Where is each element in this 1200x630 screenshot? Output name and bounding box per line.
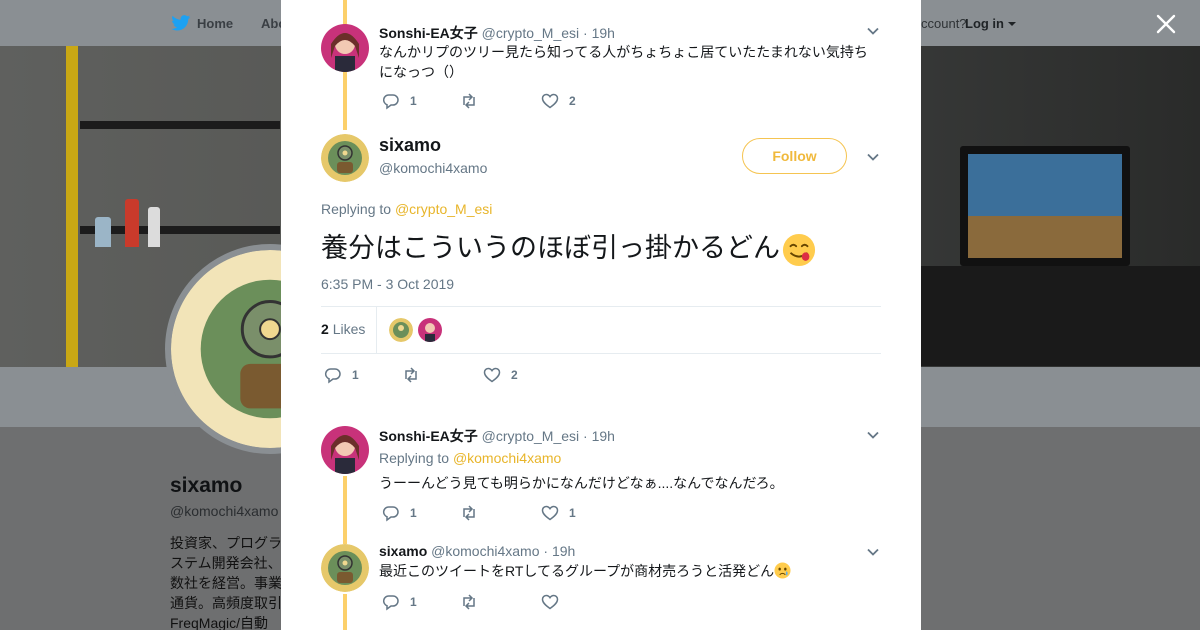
like-count: 2 [511,368,518,382]
reply-icon [382,506,399,522]
face-savoring-food-emoji [782,233,816,266]
liker-avatar-sonshi[interactable] [418,318,442,342]
like-count: 1 [569,506,576,520]
reply-icon [324,368,341,384]
divider [321,353,881,354]
heart-icon [541,505,559,521]
retweet-icon [405,367,417,383]
profile-handle: @komochi4xamo [170,503,279,519]
chevron-down-icon[interactable] [866,545,880,559]
replying-to-link[interactable]: @crypto_M_esi [395,201,492,217]
tweet-text: なんかリプのツリー見たら知ってる人がちょちょこ居ていたたまれない気持ちになっつ（… [379,44,868,80]
avatar-sonshi[interactable] [321,24,369,72]
login-link[interactable]: Log in [965,16,1004,31]
profile-bio: 投資家、プログラ ステム開発会社、 数社を経営。事業 通貨。高頻度取引 Freq… [170,535,282,630]
follow-button[interactable]: Follow [742,138,847,174]
reply-count: 1 [352,368,359,382]
tweet-header: sixamo @komochi4xamo · 19h [379,543,575,559]
author-name[interactable]: Sonshi-EA女子 [379,25,478,41]
reply-button[interactable]: 1 [382,504,417,522]
replying-to: Replying to @komochi4xamo [379,450,562,466]
tweet-time[interactable]: · 19h [583,428,615,444]
author-name[interactable]: Sonshi-EA女子 [379,428,478,444]
author-handle[interactable]: @crypto_M_esi [482,25,579,41]
chevron-down-icon[interactable] [866,24,880,38]
heart-icon [541,594,559,610]
nav-home[interactable]: Home [197,16,233,31]
tweet-header: Sonshi-EA女子 @crypto_M_esi · 19h [379,23,615,43]
like-button[interactable] [541,593,569,611]
author-handle[interactable]: @crypto_M_esi [482,428,579,444]
reply-count: 1 [410,595,417,609]
retweet-icon [463,594,475,610]
avatar-sixamo[interactable] [321,544,369,592]
like-button[interactable]: 2 [483,366,518,384]
tweet-timestamp[interactable]: 6:35 PM - 3 Oct 2019 [321,276,454,292]
close-icon[interactable] [1155,13,1177,35]
like-count: 2 [569,94,576,108]
like-button[interactable]: 2 [541,92,576,110]
have-account-text: ccount? [921,16,967,31]
likes-count[interactable]: 2 Likes [321,321,365,337]
thread-line [343,594,347,630]
replying-to: Replying to @crypto_M_esi [321,201,493,217]
thread-line [343,476,347,544]
heart-icon [483,367,501,383]
reply-button[interactable]: 1 [382,92,417,110]
reply-icon [382,595,399,611]
author-handle[interactable]: @komochi4xamo [379,160,487,176]
login-caret-icon[interactable] [1008,22,1016,26]
tweet-time[interactable]: · 19h [543,543,575,559]
retweet-button[interactable] [402,366,430,384]
author-handle[interactable]: @komochi4xamo [431,543,539,559]
profile-name: sixamo [170,474,243,497]
retweet-button[interactable] [460,504,488,522]
avatar-sixamo[interactable] [321,134,369,182]
retweet-button[interactable] [460,92,488,110]
retweet-icon [463,93,475,109]
retweet-icon [463,505,475,521]
tweet-modal: Sonshi-EA女子 @crypto_M_esi · 19h なんかリプのツリ… [281,0,921,630]
author-name[interactable]: sixamo [379,543,427,559]
tweet-text: うーーんどう見ても明らかになんだけどなぁ....なんでなんだろ。 [379,475,784,491]
author-name[interactable]: sixamo [379,135,441,156]
like-button[interactable]: 1 [541,504,576,522]
heart-icon [541,93,559,109]
retweet-button[interactable] [460,593,488,611]
crying-face-emoji [774,562,791,579]
divider [321,306,881,307]
reply-count: 1 [410,94,417,108]
main-tweet-text: 養分はこういうのほぼ引っ掛かるどん [321,226,816,267]
chevron-down-icon[interactable] [866,428,880,442]
reply-icon [382,94,399,110]
reply-button[interactable]: 1 [382,593,417,611]
liker-avatar-sixamo[interactable] [389,318,413,342]
tweet-header: Sonshi-EA女子 @crypto_M_esi · 19h [379,426,615,446]
reply-button[interactable]: 1 [324,366,359,384]
chevron-down-icon[interactable] [866,150,880,164]
tweet-time[interactable]: · 19h [583,25,615,41]
reply-count: 1 [410,506,417,520]
replying-to-link[interactable]: @komochi4xamo [453,450,561,466]
tweet-text: 最近このツイートをRTしてるグループが商材売ろうと活発どん [379,561,879,581]
twitter-bird-icon[interactable] [171,15,191,31]
avatar-sonshi[interactable] [321,426,369,474]
